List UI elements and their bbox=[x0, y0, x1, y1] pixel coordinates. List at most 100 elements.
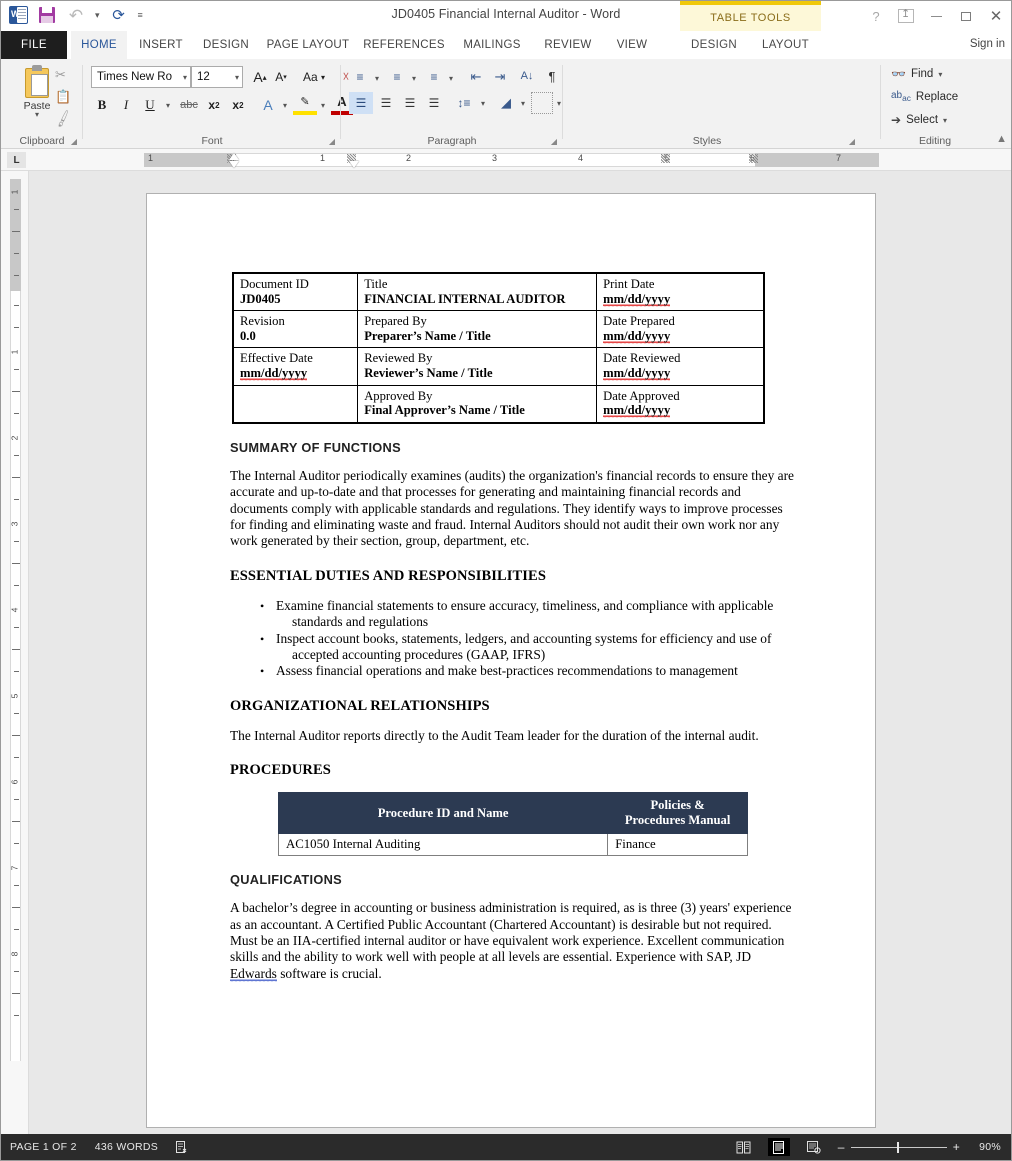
clipboard-dialog-launcher[interactable]: ◢ bbox=[71, 137, 77, 146]
highlight-dropdown-icon[interactable]: ▾ bbox=[317, 97, 329, 113]
print-layout-button[interactable] bbox=[767, 1138, 790, 1156]
first-line-indent-marker[interactable] bbox=[229, 153, 239, 160]
page-indicator[interactable]: PAGE 1 OF 2 bbox=[10, 1141, 77, 1153]
numbering-dropdown-icon[interactable]: ▾ bbox=[408, 70, 420, 86]
select-button[interactable]: ➔ Select ▾ bbox=[891, 113, 947, 127]
help-button[interactable]: ? bbox=[867, 8, 885, 24]
align-center-icon[interactable]: ☰ bbox=[374, 92, 398, 114]
zoom-knob[interactable] bbox=[896, 1141, 899, 1153]
table-cell[interactable]: Date Approved mm/dd/yyyy bbox=[596, 384, 765, 424]
bullets-dropdown-icon[interactable]: ▾ bbox=[371, 70, 383, 86]
bullets-icon[interactable]: ≡ bbox=[349, 67, 371, 87]
zoom-in-button[interactable]: + bbox=[953, 1140, 960, 1154]
zoom-slider[interactable]: – + bbox=[838, 1140, 960, 1154]
tab-references[interactable]: REFERENCES bbox=[359, 31, 449, 59]
table-row[interactable]: AC1050 Internal Auditing Finance bbox=[277, 833, 748, 857]
multilevel-list-icon[interactable]: ≡ bbox=[423, 67, 445, 87]
table-cell[interactable]: Prepared By Preparer’s Name / Title bbox=[357, 310, 598, 349]
select-dropdown-icon[interactable]: ▾ bbox=[943, 116, 947, 125]
align-left-icon[interactable]: ☰ bbox=[349, 92, 373, 114]
align-right-icon[interactable]: ☰ bbox=[398, 92, 422, 114]
table-cell[interactable]: Print Date mm/dd/yyyy bbox=[596, 272, 765, 312]
table-cell[interactable]: Date Prepared mm/dd/yyyy bbox=[596, 310, 765, 349]
line-spacing-dropdown-icon[interactable]: ▾ bbox=[477, 95, 489, 111]
ruler-tab-stop[interactable] bbox=[661, 154, 670, 163]
paragraph-dialog-launcher[interactable]: ◢ bbox=[551, 137, 557, 146]
table-cell[interactable]: Effective Date mm/dd/yyyy bbox=[232, 347, 359, 386]
strikethrough-icon[interactable]: abc bbox=[177, 94, 201, 116]
cut-icon[interactable]: ✂ bbox=[55, 67, 66, 83]
grow-font-icon[interactable]: A ▴ bbox=[250, 66, 270, 88]
shrink-font-icon[interactable]: A ▾ bbox=[271, 66, 291, 88]
web-layout-button[interactable] bbox=[803, 1138, 825, 1156]
tab-file[interactable]: FILE bbox=[1, 31, 67, 59]
zoom-out-button[interactable]: – bbox=[838, 1140, 845, 1154]
table-row[interactable]: Revision 0.0 Prepared By Preparer’s Name… bbox=[232, 310, 765, 349]
zoom-track[interactable] bbox=[850, 1141, 947, 1153]
underline-dropdown-icon[interactable]: ▾ bbox=[161, 97, 175, 113]
show-formatting-marks-icon[interactable]: ¶ bbox=[543, 65, 561, 87]
sign-in-link[interactable]: Sign in bbox=[970, 38, 1005, 50]
subscript-icon[interactable]: x2 bbox=[203, 94, 225, 116]
ruler-tab-stop[interactable] bbox=[749, 154, 758, 163]
justify-icon[interactable]: ☰ bbox=[422, 92, 446, 114]
replace-button[interactable]: abac Replace bbox=[891, 90, 958, 103]
document-page[interactable]: Document ID JD0405 Title FINANCIAL INTER… bbox=[146, 193, 876, 1128]
text-highlight-icon[interactable]: ✎ bbox=[293, 91, 317, 115]
minimize-button[interactable] bbox=[927, 8, 945, 24]
document-canvas[interactable]: Document ID JD0405 Title FINANCIAL INTER… bbox=[29, 171, 1011, 1134]
tab-table-layout[interactable]: LAYOUT bbox=[750, 31, 821, 59]
tab-selector-button[interactable]: L bbox=[7, 152, 26, 168]
proofing-errors-icon[interactable] bbox=[176, 1140, 189, 1154]
underline-icon[interactable]: U bbox=[139, 94, 161, 116]
numbering-icon[interactable]: ≡ bbox=[386, 67, 408, 87]
increase-indent-icon[interactable]: ⇥ bbox=[489, 67, 511, 87]
restore-button[interactable] bbox=[957, 8, 975, 24]
tab-design[interactable]: DESIGN bbox=[195, 31, 257, 59]
horizontal-ruler[interactable]: L 1 1 2 3 4 5 6 7 bbox=[1, 149, 1011, 171]
copy-icon[interactable]: 📋 bbox=[55, 89, 71, 105]
table-cell[interactable]: Finance bbox=[607, 833, 748, 857]
bold-icon[interactable]: B bbox=[91, 94, 113, 116]
table-cell[interactable]: Approved By Final Approver’s Name / Titl… bbox=[357, 384, 598, 424]
font-name-combo[interactable]: Times New Ro ▾ bbox=[91, 66, 191, 88]
table-cell[interactable]: Reviewed By Reviewer’s Name / Title bbox=[357, 347, 598, 386]
tab-page-layout[interactable]: PAGE LAYOUT bbox=[261, 31, 355, 59]
ribbon-display-options-button[interactable] bbox=[897, 7, 915, 24]
tab-insert[interactable]: INSERT bbox=[131, 31, 191, 59]
table-cell[interactable]: Revision 0.0 bbox=[232, 310, 359, 349]
borders-icon[interactable] bbox=[531, 92, 553, 114]
procedures-table[interactable]: Procedure ID and Name Policies & Procedu… bbox=[277, 792, 748, 857]
text-effects-icon[interactable]: A bbox=[257, 94, 279, 116]
shading-dropdown-icon[interactable]: ▾ bbox=[517, 95, 529, 111]
table-row[interactable]: Effective Date mm/dd/yyyy Reviewed By Re… bbox=[232, 347, 765, 386]
table-cell[interactable]: AC1050 Internal Auditing bbox=[277, 833, 609, 857]
hanging-indent-marker[interactable] bbox=[229, 161, 239, 168]
find-dropdown-icon[interactable]: ▾ bbox=[938, 70, 942, 79]
table-cell[interactable]: Date Reviewed mm/dd/yyyy bbox=[596, 347, 765, 386]
font-size-combo[interactable]: 12 ▾ bbox=[191, 66, 243, 88]
italic-icon[interactable]: I bbox=[115, 94, 137, 116]
tab-home[interactable]: HOME bbox=[71, 31, 127, 59]
table-row[interactable]: Approved By Final Approver’s Name / Titl… bbox=[232, 384, 765, 424]
left-indent-marker[interactable] bbox=[349, 161, 359, 168]
zoom-level[interactable]: 90% bbox=[973, 1141, 1001, 1153]
tab-table-design[interactable]: DESIGN bbox=[680, 31, 748, 59]
collapse-ribbon-icon[interactable]: ▲ bbox=[996, 133, 1007, 145]
table-cell[interactable] bbox=[232, 384, 359, 424]
document-content[interactable]: Document ID JD0405 Title FINANCIAL INTER… bbox=[230, 272, 795, 1000]
document-header-table[interactable]: Document ID JD0405 Title FINANCIAL INTER… bbox=[232, 272, 765, 424]
word-count[interactable]: 436 WORDS bbox=[95, 1141, 158, 1153]
shading-icon[interactable]: ◢ bbox=[495, 92, 517, 114]
tab-mailings[interactable]: MAILINGS bbox=[453, 31, 531, 59]
read-mode-button[interactable] bbox=[733, 1138, 755, 1156]
decrease-indent-icon[interactable]: ⇤ bbox=[465, 67, 487, 87]
sort-icon[interactable]: A↓ bbox=[517, 65, 537, 87]
vertical-ruler[interactable]: 1 1 2 3 4 5 6 7 8 bbox=[1, 171, 29, 1134]
find-button[interactable]: 👓 Find ▾ bbox=[891, 67, 942, 81]
styles-dialog-launcher[interactable]: ◢ bbox=[849, 137, 855, 146]
font-dialog-launcher[interactable]: ◢ bbox=[329, 137, 335, 146]
table-row[interactable]: Document ID JD0405 Title FINANCIAL INTER… bbox=[232, 272, 765, 312]
superscript-icon[interactable]: x2 bbox=[227, 94, 249, 116]
text-effects-dropdown-icon[interactable]: ▾ bbox=[279, 97, 291, 113]
